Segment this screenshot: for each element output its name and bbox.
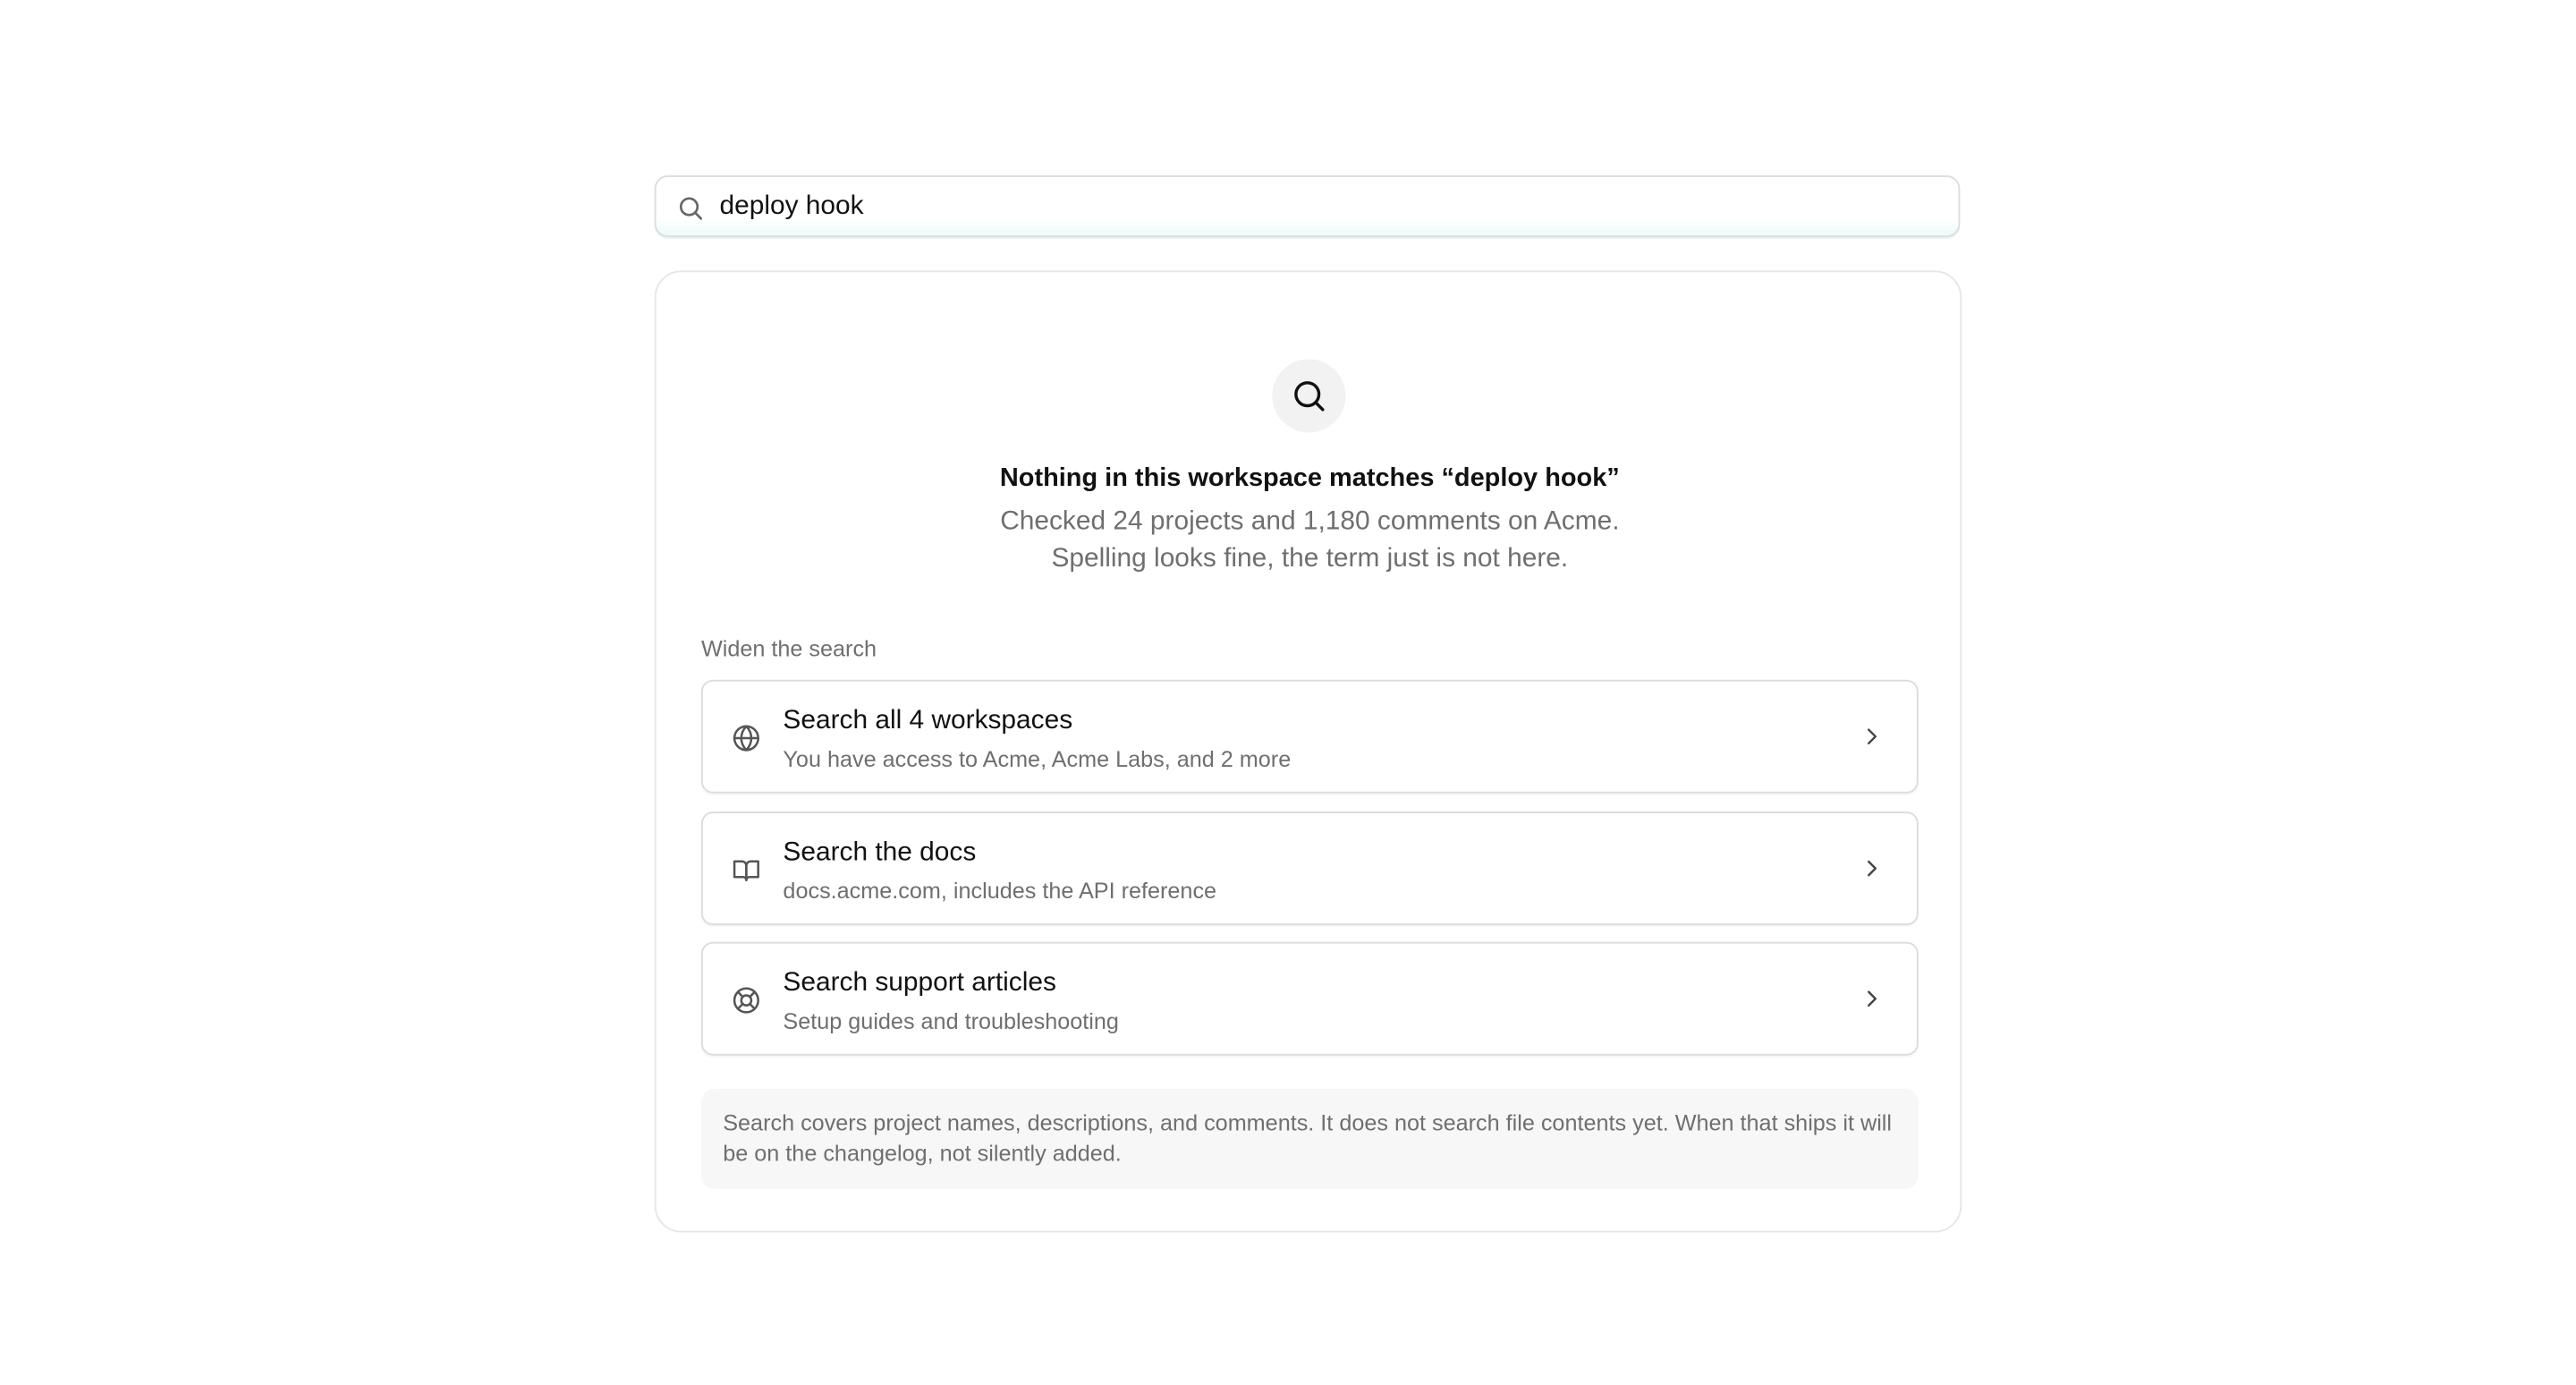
search-all-workspaces-option[interactable]: Search all 4 workspaces You have access …	[700, 679, 1919, 794]
search-page: Nothing in this workspace matches “deplo…	[0, 0, 2576, 1384]
option-title: Search the docs	[783, 838, 977, 867]
search-scope-note: Search covers project names, description…	[700, 1089, 1919, 1190]
empty-state-headline: Nothing in this workspace matches “deplo…	[999, 463, 1620, 493]
option-title: Search all 4 workspaces	[783, 706, 1073, 735]
search-bar[interactable]	[654, 174, 1961, 238]
search-support-articles-option[interactable]: Search support articles Setup guides and…	[700, 941, 1919, 1056]
book-icon	[733, 860, 759, 881]
empty-state-icon-circle	[1272, 359, 1346, 433]
search-input[interactable]	[719, 176, 1922, 236]
option-description: You have access to Acme, Acme Labs, and …	[783, 746, 1292, 772]
option-description: Setup guides and troubleshooting	[783, 1008, 1119, 1034]
chevron-right-icon	[1867, 990, 1877, 1007]
search-docs-option[interactable]: Search the docs docs.acme.com, includes …	[700, 811, 1919, 926]
chevron-right-icon	[1867, 860, 1877, 877]
globe-icon	[733, 725, 759, 752]
chevron-right-icon	[1867, 728, 1877, 744]
search-icon	[679, 197, 703, 220]
no-results-panel: Nothing in this workspace matches “deplo…	[654, 270, 1962, 1233]
empty-state-hint: Spelling looks fine, the term just is no…	[1051, 544, 1569, 574]
empty-state-detail: Checked 24 projects and 1,180 comments o…	[1000, 507, 1620, 537]
widen-search-label: Widen the search	[700, 636, 877, 662]
option-title: Search support articles	[783, 968, 1056, 998]
lifebuoy-icon	[733, 987, 759, 1014]
search-icon	[1294, 381, 1325, 412]
option-description: docs.acme.com, includes the API referenc…	[783, 878, 1217, 904]
